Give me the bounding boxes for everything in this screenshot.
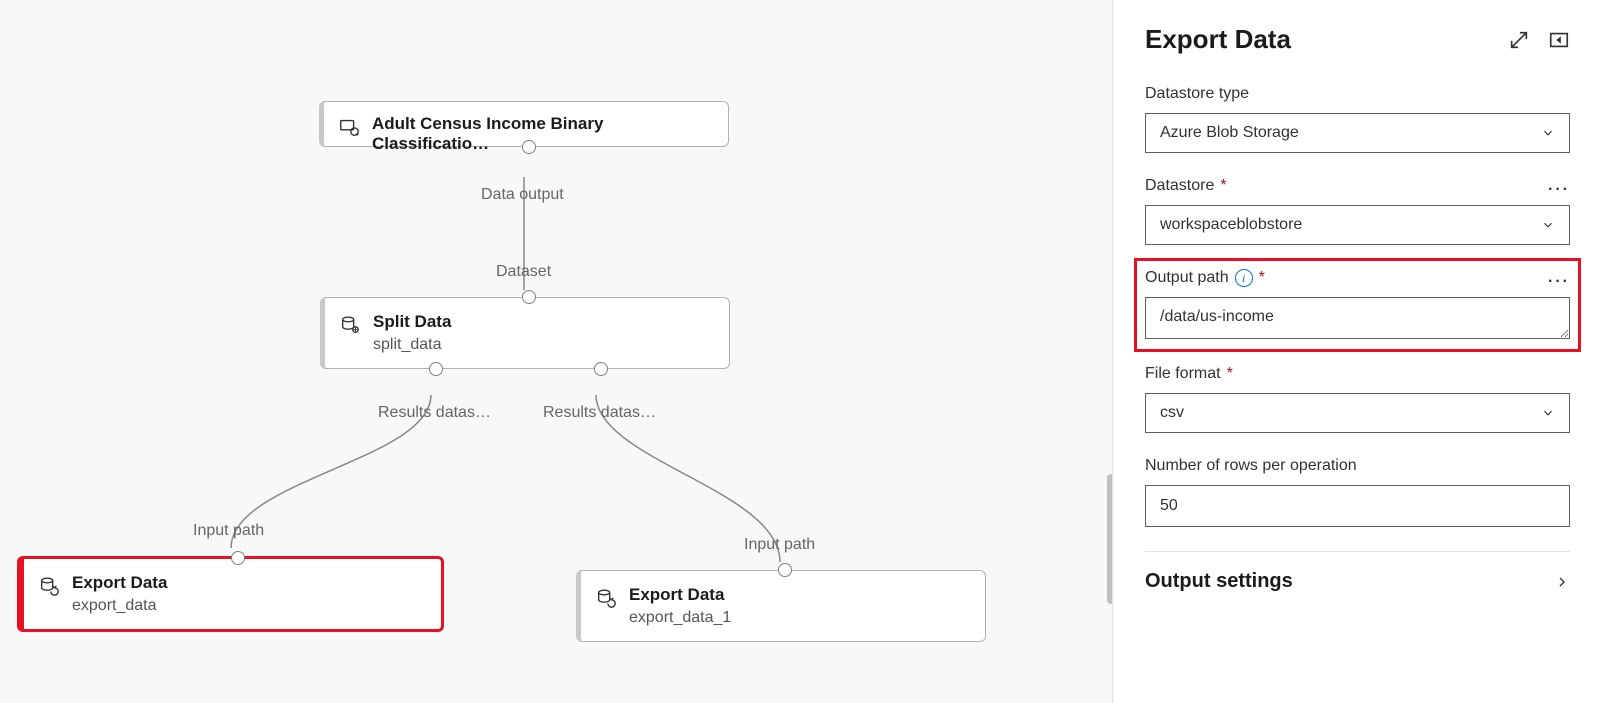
dataset-icon <box>338 116 360 138</box>
select-file-format[interactable]: csv <box>1145 393 1570 433</box>
node-split-data[interactable]: Split Data split_data <box>320 297 730 369</box>
label-datastore-type: Datastore type <box>1145 85 1570 103</box>
port-split-out1[interactable] <box>429 362 443 376</box>
output-path-more-menu[interactable]: ··· <box>1548 273 1570 291</box>
required-marker: * <box>1220 177 1226 195</box>
node-dataset-title: Adult Census Income Binary Classificatio… <box>372 114 710 154</box>
node-export1-title: Export Data <box>72 573 167 593</box>
select-datastore[interactable]: workspaceblobstore <box>1145 205 1570 245</box>
select-datastore-value: workspaceblobstore <box>1160 216 1302 234</box>
database-icon <box>339 314 361 336</box>
field-datastore: Datastore * ··· workspaceblobstore <box>1145 177 1570 245</box>
label-datastore: Datastore <box>1145 177 1214 195</box>
label-rows-per-op: Number of rows per operation <box>1145 457 1570 475</box>
required-marker: * <box>1227 365 1233 383</box>
required-marker: * <box>1259 269 1265 287</box>
node-export-data-1[interactable]: Export Data export_data <box>17 556 444 632</box>
output-path-highlight: Output path i * ··· <box>1134 258 1581 352</box>
port-label-results2: Results datas… <box>543 404 656 422</box>
info-icon[interactable]: i <box>1235 269 1253 287</box>
output-settings-section[interactable]: Output settings <box>1145 551 1570 593</box>
label-output-path: Output path <box>1145 269 1229 287</box>
select-file-format-value: csv <box>1160 404 1184 422</box>
node-export2-subtitle: export_data_1 <box>629 609 731 627</box>
chevron-down-icon <box>1541 406 1555 420</box>
port-label-results1: Results datas… <box>378 404 491 422</box>
output-settings-label: Output settings <box>1145 570 1293 593</box>
field-output-path: Output path i * ··· <box>1145 269 1570 339</box>
field-file-format: File format * csv <box>1145 365 1570 433</box>
label-file-format: File format <box>1145 365 1221 383</box>
chevron-down-icon <box>1541 126 1555 140</box>
expand-icon[interactable] <box>1508 29 1530 51</box>
port-split-in[interactable] <box>522 290 536 304</box>
port-split-out2[interactable] <box>594 362 608 376</box>
panel-title: Export Data <box>1145 24 1291 55</box>
field-datastore-type: Datastore type Azure Blob Storage <box>1145 85 1570 153</box>
export-icon <box>38 575 60 597</box>
node-export-data-2[interactable]: Export Data export_data_1 <box>576 570 986 642</box>
port-label-data-output: Data output <box>481 186 564 204</box>
chevron-down-icon <box>1541 218 1555 232</box>
chevron-right-icon <box>1554 574 1570 590</box>
port-export1-in[interactable] <box>231 551 245 565</box>
node-dataset[interactable]: Adult Census Income Binary Classificatio… <box>319 101 729 147</box>
port-export2-in[interactable] <box>778 563 792 577</box>
input-output-path[interactable] <box>1145 297 1570 339</box>
node-export2-title: Export Data <box>629 585 731 605</box>
field-rows-per-op: Number of rows per operation <box>1145 457 1570 527</box>
port-label-export2-in: Input path <box>744 536 815 554</box>
datastore-more-menu[interactable]: ··· <box>1548 181 1570 199</box>
collapse-panel-icon[interactable] <box>1548 29 1570 51</box>
properties-panel: Export Data Datastore type Azure Blob St… <box>1112 0 1602 703</box>
node-split-subtitle: split_data <box>373 336 451 354</box>
input-rows-per-op[interactable] <box>1145 485 1570 527</box>
node-export1-subtitle: export_data <box>72 597 167 615</box>
select-datastore-type[interactable]: Azure Blob Storage <box>1145 113 1570 153</box>
pipeline-canvas[interactable]: Adult Census Income Binary Classificatio… <box>0 0 1112 703</box>
select-datastore-type-value: Azure Blob Storage <box>1160 124 1299 142</box>
node-split-title: Split Data <box>373 312 451 332</box>
export-icon <box>595 587 617 609</box>
port-label-dataset-in: Dataset <box>496 263 551 281</box>
port-label-export1-in: Input path <box>193 522 264 540</box>
port-dataset-out[interactable] <box>522 140 536 154</box>
